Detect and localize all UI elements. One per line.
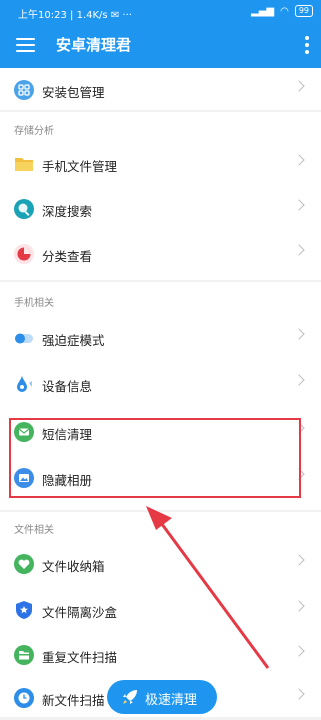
wifi-icon: ◠ (280, 5, 289, 17)
rocket-icon (123, 690, 137, 704)
page-title: 安卓清理君 (56, 36, 132, 54)
section-header: 手机相关 (14, 298, 54, 309)
status-time: 上午10:23 (18, 10, 67, 21)
section-header: 存储分析 (14, 126, 54, 137)
folder-duplicate-icon (14, 645, 34, 665)
list-item-label: 重复文件扫描 (42, 650, 118, 665)
shield-star-icon (16, 601, 32, 619)
list-item-label: 文件收纳箱 (42, 559, 105, 574)
device-drop-icon (17, 375, 32, 392)
list-item-file-box[interactable]: 文件收纳箱 (0, 542, 321, 586)
chevron-right-icon (293, 80, 305, 92)
pie-chart-icon (14, 244, 34, 264)
chevron-right-icon (293, 554, 305, 566)
list-item-label: 设备信息 (42, 379, 93, 394)
chevron-right-icon (293, 645, 305, 657)
menu-icon[interactable] (16, 38, 35, 52)
quick-clean-button[interactable]: 极速清理 (107, 680, 217, 714)
status-bar: 上午10:23 | 1.4K/s ✉ ··· ▂▄▆ ◠ 99 (0, 0, 321, 24)
chevron-right-icon (293, 600, 305, 612)
chevron-right-icon (293, 244, 305, 256)
more-notifications-icon: ··· (122, 10, 132, 21)
search-icon (14, 199, 34, 219)
signal-icon: ▂▄▆ (251, 5, 275, 17)
chevron-right-icon (293, 199, 305, 211)
card-top: 安装包管理 (0, 68, 321, 110)
list-item-label: 深度搜索 (42, 204, 93, 219)
list-item-label: 手机文件管理 (42, 159, 118, 174)
status-right: ▂▄▆ ◠ 99 (251, 5, 313, 17)
list-item-deep-search[interactable]: 深度搜索 (0, 187, 321, 231)
list-item-file-sandbox[interactable]: 文件隔离沙盒 (0, 588, 321, 632)
folder-icon (15, 158, 33, 171)
top-bar: 上午10:23 | 1.4K/s ✉ ··· ▂▄▆ ◠ 99 安卓清理君 (0, 0, 321, 68)
network-speed: 1.4K/s (76, 10, 108, 21)
list-item-duplicate-scan[interactable]: 重复文件扫描 (0, 633, 321, 677)
list-item-label: 文件隔离沙盒 (42, 605, 118, 620)
list-item-label: 安装包管理 (42, 85, 105, 100)
status-left: 上午10:23 | 1.4K/s ✉ ··· (18, 6, 132, 21)
list-item-device-info[interactable]: 设备信息 (0, 362, 321, 406)
list-item-ocd-mode[interactable]: 强迫症模式 (0, 316, 321, 360)
list-item-label: 分类查看 (42, 249, 93, 264)
list-item-file-manager[interactable]: 手机文件管理 (0, 142, 321, 186)
content: 安装包管理 存储分析 手机文件管理 深度搜索 分类查看 手机相关 强迫症模式 设… (0, 68, 321, 717)
list-item-label: 新文件扫描 (42, 693, 105, 708)
section-header: 文件相关 (14, 525, 54, 536)
toggle-icon (15, 333, 33, 344)
heart-box-icon (14, 554, 34, 574)
card-storage: 存储分析 手机文件管理 深度搜索 分类查看 (0, 112, 321, 280)
chevron-right-icon (293, 688, 305, 700)
battery-icon: 99 (294, 5, 313, 17)
more-options-icon[interactable] (305, 36, 309, 54)
chevron-right-icon (293, 154, 305, 166)
list-item-category-view[interactable]: 分类查看 (0, 232, 321, 276)
list-item-package-manager[interactable]: 安装包管理 (0, 68, 321, 112)
notification-icon: ✉ (110, 10, 120, 21)
status-separator: | (70, 10, 74, 21)
chevron-right-icon (293, 374, 305, 386)
package-icon (14, 80, 34, 100)
quick-clean-label: 极速清理 (145, 693, 198, 708)
app-bar: 安卓清理君 (0, 24, 321, 68)
clock-icon (14, 688, 34, 708)
list-item-label: 强迫症模式 (42, 333, 105, 348)
chevron-right-icon (293, 328, 305, 340)
annotation-highlight-box (9, 418, 301, 498)
